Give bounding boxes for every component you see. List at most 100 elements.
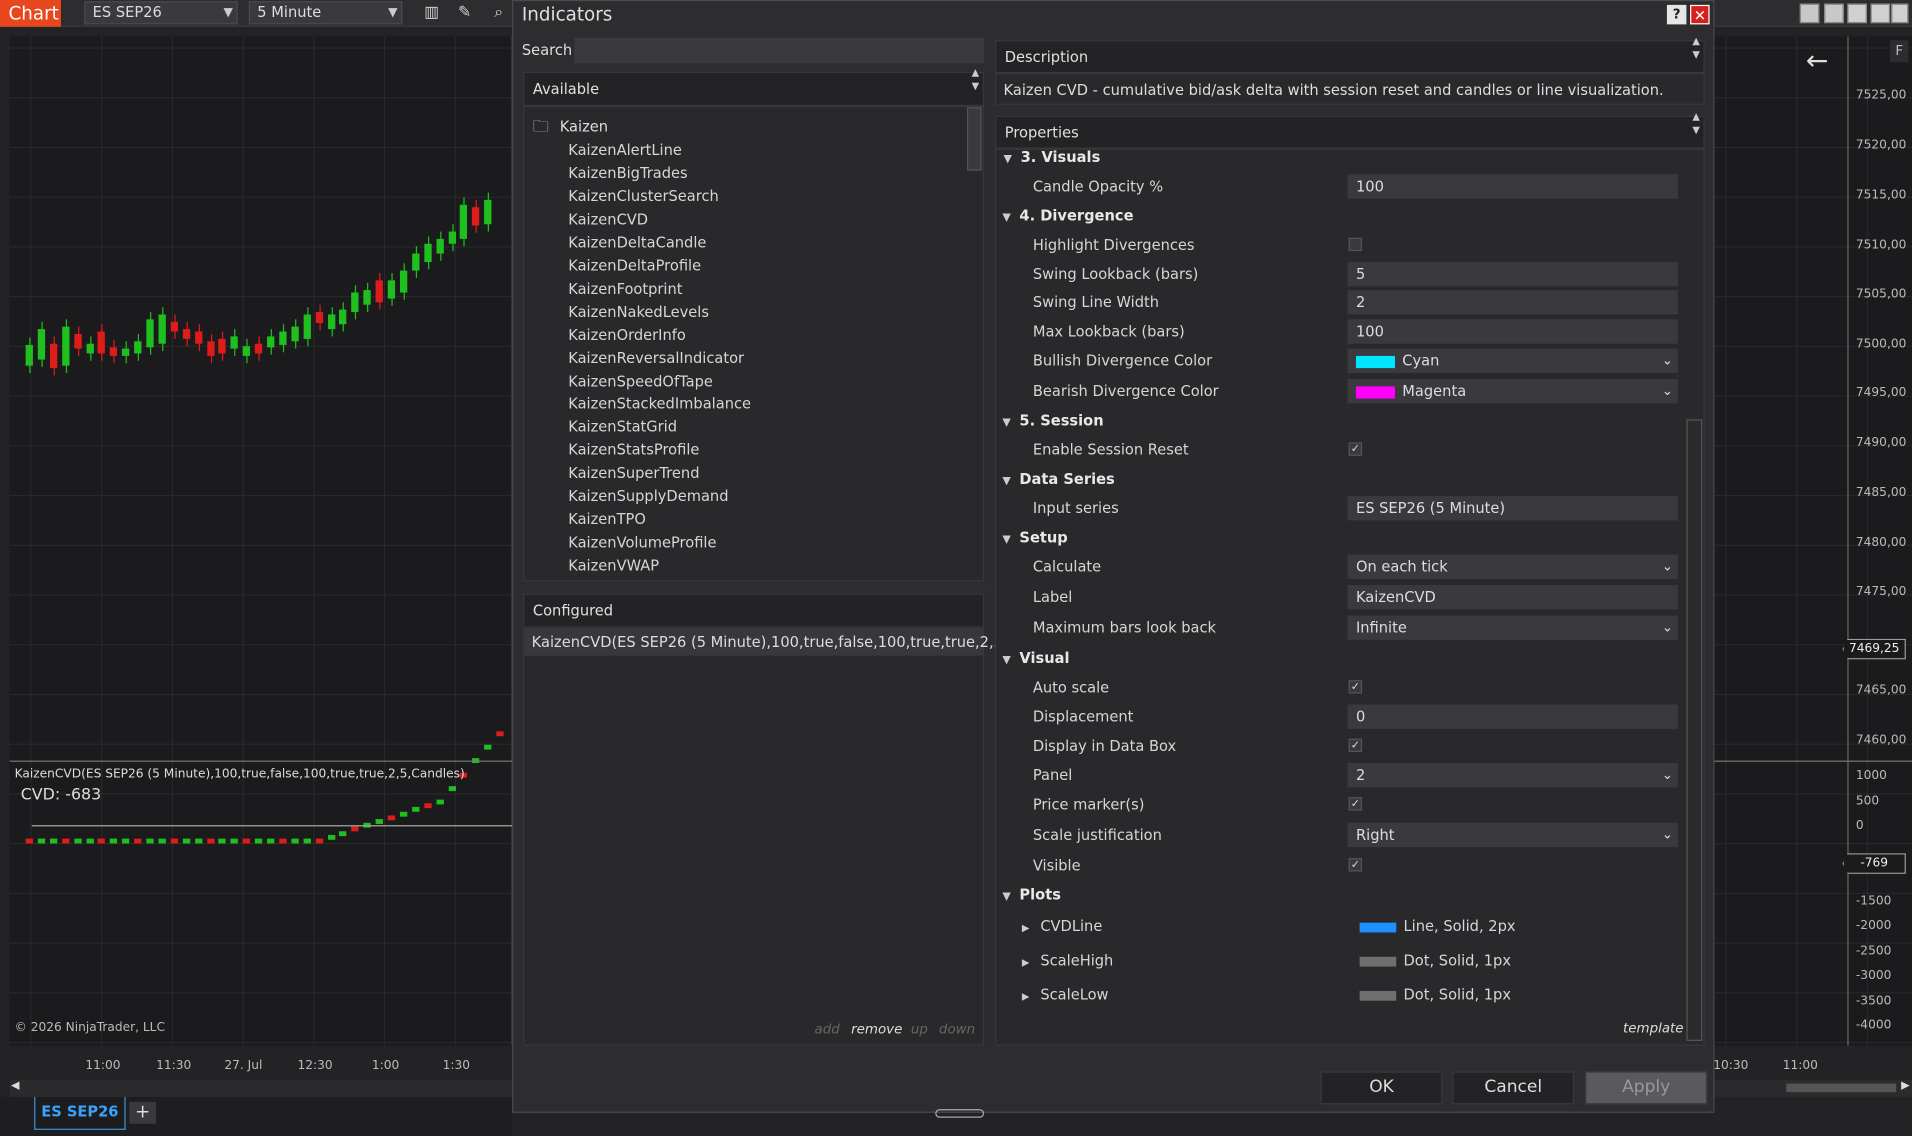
indicator-item[interactable]: KaizenSupplyDemand [568,488,728,505]
expand-triangle-icon[interactable]: ▼ [1002,891,1019,903]
expand-triangle-icon[interactable]: ▼ [1002,475,1019,487]
horizontal-scrollbar[interactable]: ◀ [9,1079,513,1097]
ok-button[interactable]: OK [1320,1071,1443,1105]
sort-arrows-icon[interactable]: ▲ ▼ [1692,110,1700,137]
configured-item[interactable]: KaizenCVD(ES SEP26 (5 Minute),100,true,f… [524,628,1041,656]
prop-swing_line_width-field[interactable]: 2 [1347,290,1678,315]
section-visuals[interactable]: ▼ 3. Visuals [1004,150,1101,166]
indicator-item[interactable]: KaizenBigTrades [568,164,687,181]
panel-divider-right[interactable] [1713,760,1912,762]
prop-displacement-field[interactable]: 0 [1347,704,1678,729]
axis-menu-button[interactable]: F [1890,40,1909,63]
plot-row[interactable]: ▶ CVDLine [1022,918,1102,935]
prop-scale_just-select[interactable]: Right ⌄ [1347,822,1678,848]
indicator-item[interactable]: KaizenCVD [568,211,648,228]
prop-auto_scale-checkbox[interactable]: ✓ [1348,680,1363,694]
restore-button[interactable] [1870,3,1891,24]
search-input[interactable] [574,37,985,64]
prop-calculate-select[interactable]: On each tick ⌄ [1347,554,1678,579]
apply-button[interactable]: Apply [1585,1071,1708,1105]
tab-es-sep26[interactable]: ES SEP26 [34,1096,126,1130]
prop-visible-checkbox[interactable]: ✓ [1348,858,1363,872]
indicator-item[interactable]: KaizenNakedLevels [568,303,709,320]
indicator-item[interactable]: KaizenReversalIndicator [568,349,744,366]
indicator-item[interactable]: KaizenOrderInfo [568,326,686,343]
properties-scrollbar[interactable] [1686,419,1703,1041]
prop-swing_lookback-field[interactable]: 5 [1347,262,1678,287]
template-link[interactable]: template [1623,1020,1684,1036]
chevron-down-icon[interactable]: ⌄ [1662,763,1673,787]
expand-triangle-icon[interactable]: ▼ [1002,655,1019,667]
prop-label-field[interactable]: KaizenCVD [1347,585,1678,610]
resize-grip[interactable] [935,1109,985,1118]
indicator-item[interactable]: KaizenSpeedOfTape [568,372,713,389]
prop-max_lookback-field[interactable]: 100 [1347,319,1678,344]
indicator-item[interactable]: KaizenDeltaProfile [568,257,701,274]
indicator-item[interactable]: KaizenStackedImbalance [568,395,751,412]
prop-candle_opacity-field[interactable]: 100 [1347,174,1678,199]
plot-style[interactable]: Dot, Solid, 1px [1359,986,1511,1003]
section-plots_section[interactable]: ▼ Plots [1002,886,1061,903]
expand-triangle-icon[interactable]: ▼ [1002,417,1019,429]
down-button[interactable]: down [939,1021,975,1037]
available-scroll-thumb[interactable] [966,107,982,171]
indicator-item[interactable]: KaizenFootprint [568,280,682,297]
indicator-item[interactable]: KaizenStatsProfile [568,442,699,459]
expand-triangle-icon[interactable]: ▼ [1002,212,1019,224]
section-session_section[interactable]: ▼ 5. Session [1002,412,1103,429]
help-button[interactable]: ? [1666,4,1687,25]
prop-panel-select[interactable]: 2 ⌄ [1347,763,1678,788]
plot-row[interactable]: ▶ ScaleLow [1022,986,1109,1003]
expand-triangle-icon[interactable]: ▶ [1022,923,1030,934]
sort-arrows-icon[interactable]: ▲ ▼ [1692,34,1700,61]
expand-triangle-icon[interactable]: ▶ [1022,957,1030,968]
section-visual_section[interactable]: ▼ Visual [1002,650,1069,667]
plot-style[interactable]: Dot, Solid, 1px [1359,952,1511,969]
panel-divider[interactable] [9,760,513,762]
indicator-item[interactable]: KaizenDeltaCandle [568,234,706,251]
remove-button[interactable]: remove [851,1021,902,1037]
section-divergence_section[interactable]: ▼ 4. Divergence [1002,207,1133,224]
available-list[interactable]: 🗀 Kaizen KaizenAlertLine KaizenBigTrades K… [523,106,985,582]
expand-triangle-icon[interactable]: ▶ [1022,991,1030,1002]
indicator-item[interactable]: KaizenTPO [568,511,646,528]
window-tile-button[interactable] [1799,3,1820,24]
indicator-item[interactable]: KaizenVWAP [568,557,659,574]
scroll-right-icon[interactable]: ▶ [1901,1080,1909,1092]
chevron-down-icon[interactable]: ⌄ [1662,616,1673,640]
close-button[interactable]: ✕ [1690,4,1710,24]
expand-triangle-icon[interactable]: ▼ [1002,534,1019,546]
prop-display_data_box-checkbox[interactable]: ✓ [1348,738,1363,753]
prop-input_series-field[interactable]: ES SEP26 (5 Minute) [1347,496,1678,521]
add-button[interactable]: add [815,1021,840,1037]
scroll-left-icon[interactable]: ◀ [11,1080,19,1092]
configured-list[interactable]: KaizenCVD(ES SEP26 (5 Minute),100,true,f… [523,627,1041,1046]
chevron-down-icon[interactable]: ⌄ [1662,555,1673,579]
horizontal-scrollbar-right[interactable]: ▶ [1713,1079,1912,1097]
chevron-down-icon[interactable]: ⌄ [1662,379,1673,403]
indicator-item[interactable]: KaizenVolumeProfile [568,534,716,551]
prop-highlight_div-checkbox[interactable] [1348,237,1363,252]
expand-triangle-icon[interactable]: ▼ [1004,154,1021,166]
window-close-button[interactable] [1891,3,1909,24]
indicator-item[interactable]: KaizenSuperTrend [568,465,699,482]
chevron-down-icon[interactable]: ⌄ [1662,823,1673,847]
window-tile2-button[interactable] [1824,3,1844,24]
back-arrow-icon[interactable]: ← [1806,46,1828,76]
prop-max_bars-select[interactable]: Infinite ⌄ [1347,615,1678,640]
folder-label[interactable]: Kaizen [560,118,608,135]
scroll-thumb[interactable] [1786,1083,1897,1093]
indicator-item[interactable]: KaizenStatGrid [568,419,677,436]
prop-price_markers-checkbox[interactable]: ✓ [1348,797,1363,811]
up-button[interactable]: up [911,1021,928,1037]
plot-style[interactable]: Line, Solid, 2px [1359,918,1516,935]
plot-row[interactable]: ▶ ScaleHigh [1022,952,1113,969]
sort-arrows-icon[interactable]: ▲ ▼ [972,66,980,93]
prop-enable_session_reset-checkbox[interactable]: ✓ [1348,442,1363,456]
cancel-button[interactable]: Cancel [1452,1071,1575,1105]
minimize-button[interactable] [1847,3,1867,24]
prop-bull_color-select[interactable]: Cyan ⌄ [1347,348,1678,373]
add-tab-button[interactable]: + [129,1101,157,1124]
section-data_series_section[interactable]: ▼ Data Series [1002,470,1114,487]
indicator-item[interactable]: KaizenAlertLine [568,141,682,158]
